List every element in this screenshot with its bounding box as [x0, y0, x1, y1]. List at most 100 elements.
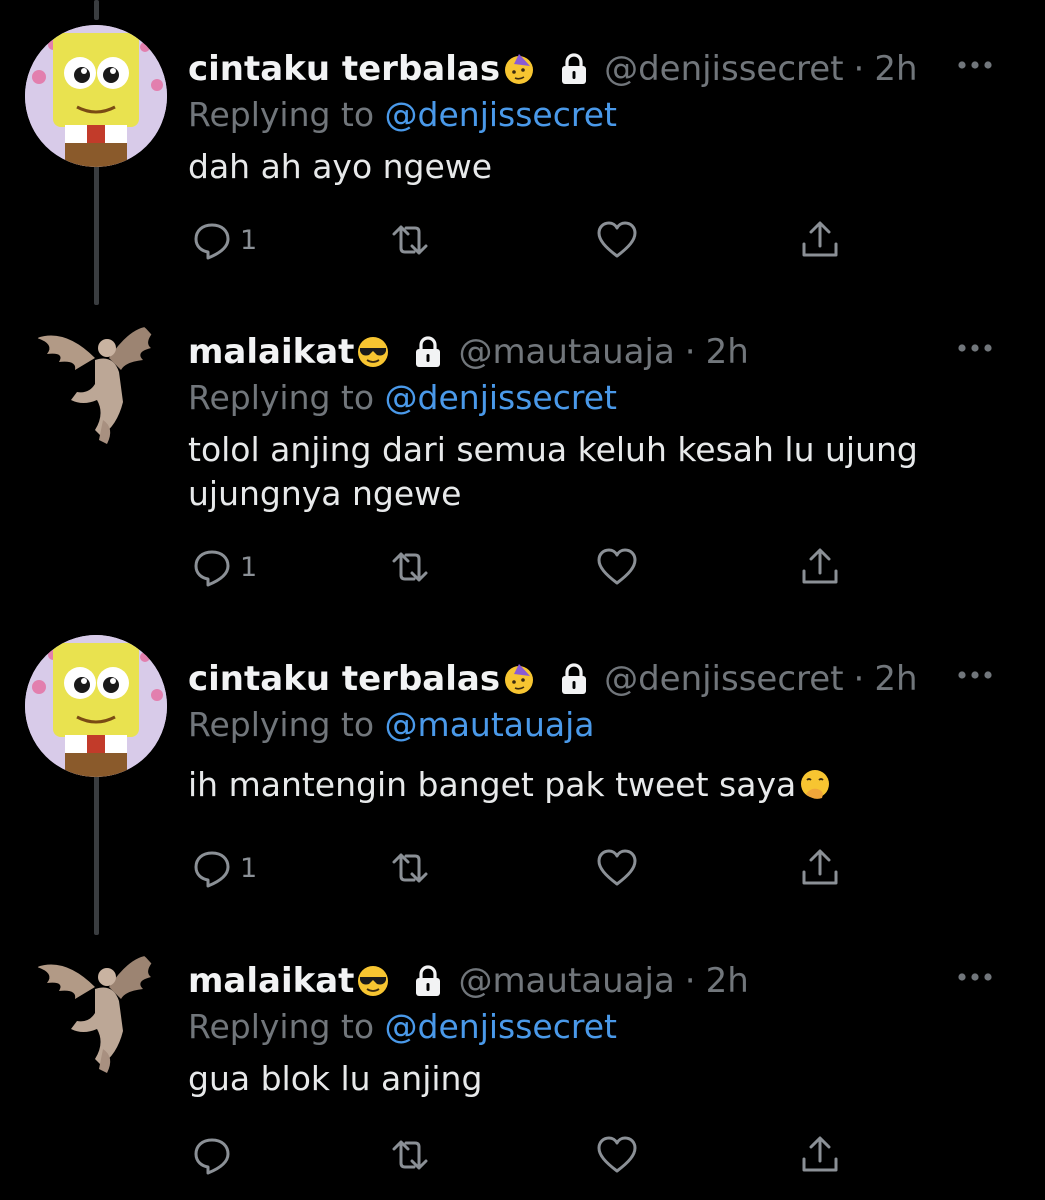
replying-label: Replying to	[188, 378, 375, 417]
like-icon	[597, 1136, 637, 1173]
share-button[interactable]	[798, 544, 842, 590]
handle[interactable]: @denjissecret	[604, 49, 843, 89]
display-name[interactable]: malaikat	[188, 332, 354, 372]
handle[interactable]: @mautauaja	[458, 961, 674, 1001]
tweet[interactable]: malaikat @mautauaja · 2h Replying to @de…	[0, 937, 1045, 1200]
more-icon[interactable]	[955, 338, 995, 358]
tweet-text-line: gua blok lu anjing	[188, 1059, 483, 1098]
replying-label: Replying to	[188, 705, 375, 744]
tweet-header: cintaku terbalas @denjissecret · 2h	[188, 39, 918, 99]
separator: ·	[684, 961, 696, 1001]
lock-icon	[416, 965, 441, 996]
avatar[interactable]	[25, 25, 167, 167]
avatar[interactable]	[25, 635, 167, 777]
tweet[interactable]: cintaku terbalas @denjissecret · 2h Repl…	[0, 25, 1045, 305]
lock-icon	[562, 53, 587, 84]
handle[interactable]: @mautauaja	[458, 332, 674, 372]
retweet-button[interactable]	[388, 217, 432, 263]
tweet-header: malaikat @mautauaja · 2h	[188, 322, 749, 382]
tweet-text-line: dah ah ayo ngewe	[188, 147, 493, 186]
reply-button[interactable]: 1	[190, 544, 257, 590]
like-button[interactable]	[595, 845, 639, 891]
tweet-text: ih mantengin banget pak tweet saya	[188, 763, 832, 807]
reply-button[interactable]: 1	[190, 845, 257, 891]
replying-to: Replying to @denjissecret	[188, 1007, 617, 1046]
retweet-button[interactable]	[388, 845, 432, 891]
partying-face-emoji	[505, 54, 534, 84]
reply-icon	[194, 223, 230, 260]
retweet-icon	[392, 853, 428, 883]
reply-button[interactable]: 1	[190, 217, 257, 263]
replying-to: Replying to @denjissecret	[188, 95, 617, 134]
reply-icon	[194, 550, 230, 587]
lock-icon	[562, 663, 587, 694]
like-button[interactable]	[595, 544, 639, 590]
tweet-text-line: tolol anjing dari semua keluh kesah lu u…	[188, 430, 918, 469]
tweet-header: malaikat @mautauaja · 2h	[188, 951, 749, 1011]
share-button[interactable]	[798, 217, 842, 263]
avatar[interactable]	[25, 937, 167, 1079]
tweet[interactable]: cintaku terbalas @denjissecret · 2h Repl…	[0, 635, 1045, 925]
tweet-text: gua blok lu anjing	[188, 1057, 482, 1101]
partying-face-emoji	[505, 664, 534, 694]
retweet-button[interactable]	[388, 544, 432, 590]
like-button[interactable]	[595, 217, 639, 263]
like-icon	[597, 548, 637, 585]
more-icon[interactable]	[955, 665, 995, 685]
more-icon[interactable]	[955, 967, 995, 987]
timestamp[interactable]: 2h	[706, 332, 749, 372]
tweet-actions	[190, 1132, 850, 1182]
timestamp[interactable]: 2h	[874, 49, 917, 89]
tweet-text-line: ujungnya ngewe	[188, 474, 462, 513]
mention-link[interactable]: @denjissecret	[385, 1007, 617, 1046]
lock-icon	[416, 336, 441, 367]
reply-icon	[194, 1138, 230, 1175]
tweet-actions: 1	[190, 845, 850, 895]
more-icon[interactable]	[955, 55, 995, 75]
share-icon	[802, 221, 838, 257]
sunglasses-face-emoji	[358, 966, 389, 996]
tweet-text: tolol anjing dari semua keluh kesah lu u…	[188, 428, 918, 516]
share-icon	[802, 548, 838, 584]
tweet-actions: 1	[190, 544, 850, 594]
like-button[interactable]	[595, 1132, 639, 1178]
replying-to: Replying to @denjissecret	[188, 378, 617, 417]
tweet-header: cintaku terbalas @denjissecret · 2h	[188, 649, 918, 709]
separator: ·	[853, 49, 865, 89]
thread-line	[94, 0, 99, 20]
replying-label: Replying to	[188, 1007, 375, 1046]
reply-count: 1	[240, 551, 258, 583]
tweet-text: dah ah ayo ngewe	[188, 145, 492, 189]
separator: ·	[853, 659, 865, 699]
tweet-text-line: ih mantengin banget pak tweet saya	[188, 765, 797, 804]
separator: ·	[684, 332, 696, 372]
reply-button[interactable]	[190, 1132, 240, 1178]
display-name[interactable]: malaikat	[188, 961, 354, 1001]
replying-label: Replying to	[188, 95, 375, 134]
reply-count: 1	[240, 224, 258, 256]
display-name[interactable]: cintaku terbalas	[188, 659, 500, 699]
reply-icon	[194, 851, 230, 888]
timestamp[interactable]: 2h	[706, 961, 749, 1001]
retweet-button[interactable]	[388, 1132, 432, 1178]
sunglasses-face-emoji	[358, 337, 389, 367]
mention-link[interactable]: @denjissecret	[385, 95, 617, 134]
share-icon	[802, 849, 838, 885]
retweet-icon	[392, 1140, 428, 1170]
retweet-icon	[392, 225, 428, 255]
tweet[interactable]: malaikat @mautauaja · 2h Replying to @de…	[0, 308, 1045, 628]
replying-to: Replying to @mautauaja	[188, 705, 595, 744]
share-button[interactable]	[798, 845, 842, 891]
display-name[interactable]: cintaku terbalas	[188, 49, 500, 89]
tweet-actions: 1	[190, 217, 850, 267]
like-icon	[597, 221, 637, 258]
mention-link[interactable]: @mautauaja	[385, 705, 595, 744]
handle[interactable]: @denjissecret	[604, 659, 843, 699]
mention-link[interactable]: @denjissecret	[385, 378, 617, 417]
avatar[interactable]	[25, 308, 167, 450]
hand-over-mouth-emoji	[801, 770, 830, 799]
share-button[interactable]	[798, 1132, 842, 1178]
share-icon	[802, 1136, 838, 1172]
like-icon	[597, 849, 637, 886]
timestamp[interactable]: 2h	[874, 659, 917, 699]
